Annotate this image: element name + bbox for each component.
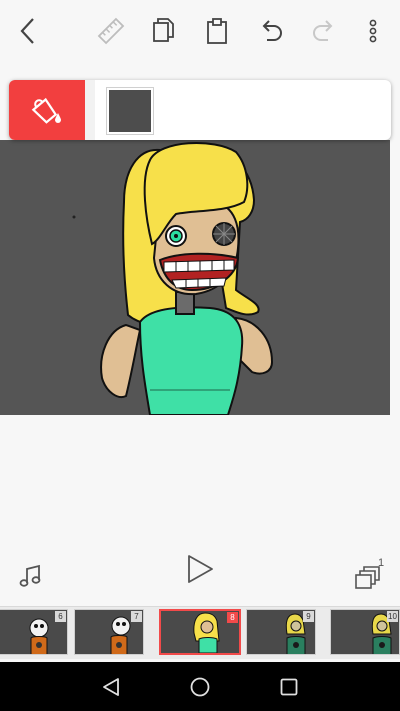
frame-number: 7 — [131, 611, 142, 622]
panel-divider — [85, 80, 95, 140]
play-button[interactable] — [184, 553, 216, 585]
ruler-icon — [97, 17, 125, 45]
frame-thumbnail-selected[interactable]: 8 — [159, 609, 241, 655]
copy-button[interactable] — [148, 14, 180, 48]
undo-icon — [262, 20, 282, 41]
more-vert-icon — [369, 19, 377, 43]
nav-back-icon — [103, 678, 119, 696]
top-toolbar — [0, 0, 400, 64]
ruler-button[interactable] — [95, 14, 127, 48]
nav-recents-icon — [280, 678, 298, 696]
drawing-canvas[interactable] — [0, 140, 390, 415]
layers-button[interactable]: 1 — [354, 557, 388, 591]
nav-home-icon — [190, 677, 210, 697]
fill-tool-panel — [9, 80, 391, 140]
frame-number: 6 — [55, 611, 66, 622]
frame-thumbnail[interactable]: 6 — [0, 609, 68, 655]
frame-thumbnail[interactable]: 9 — [246, 609, 316, 655]
frame-thumbnail[interactable]: 10 — [330, 609, 400, 655]
frame-thumbnail[interactable]: 7 — [74, 609, 144, 655]
frame-number: 10 — [387, 611, 398, 622]
music-icon — [19, 564, 41, 587]
nav-recents-button[interactable] — [276, 674, 302, 700]
system-nav-bar — [0, 662, 400, 711]
back-button[interactable] — [12, 14, 44, 48]
nav-home-button[interactable] — [187, 674, 213, 700]
drawing-illustration — [72, 142, 274, 415]
more-options-button[interactable] — [357, 14, 389, 48]
back-icon — [20, 18, 34, 44]
frame-number: 9 — [303, 611, 314, 622]
frame-filmstrip: 6 7 8 9 10 — [0, 606, 400, 659]
undo-button[interactable] — [255, 14, 287, 48]
color-swatch[interactable] — [106, 87, 154, 135]
redo-icon — [313, 20, 333, 41]
play-icon — [188, 555, 213, 583]
layers-count: 1 — [378, 557, 385, 569]
nav-back-button[interactable] — [98, 674, 124, 700]
redo-button[interactable] — [308, 14, 340, 48]
frame-number: 8 — [227, 612, 238, 623]
paste-button[interactable] — [201, 14, 233, 48]
copy-icon — [153, 18, 174, 42]
fill-tool-button[interactable] — [9, 80, 85, 140]
music-button[interactable] — [18, 563, 44, 589]
playback-controls: 1 — [0, 545, 400, 605]
paint-bucket-icon — [31, 97, 61, 124]
paste-icon — [207, 18, 227, 44]
